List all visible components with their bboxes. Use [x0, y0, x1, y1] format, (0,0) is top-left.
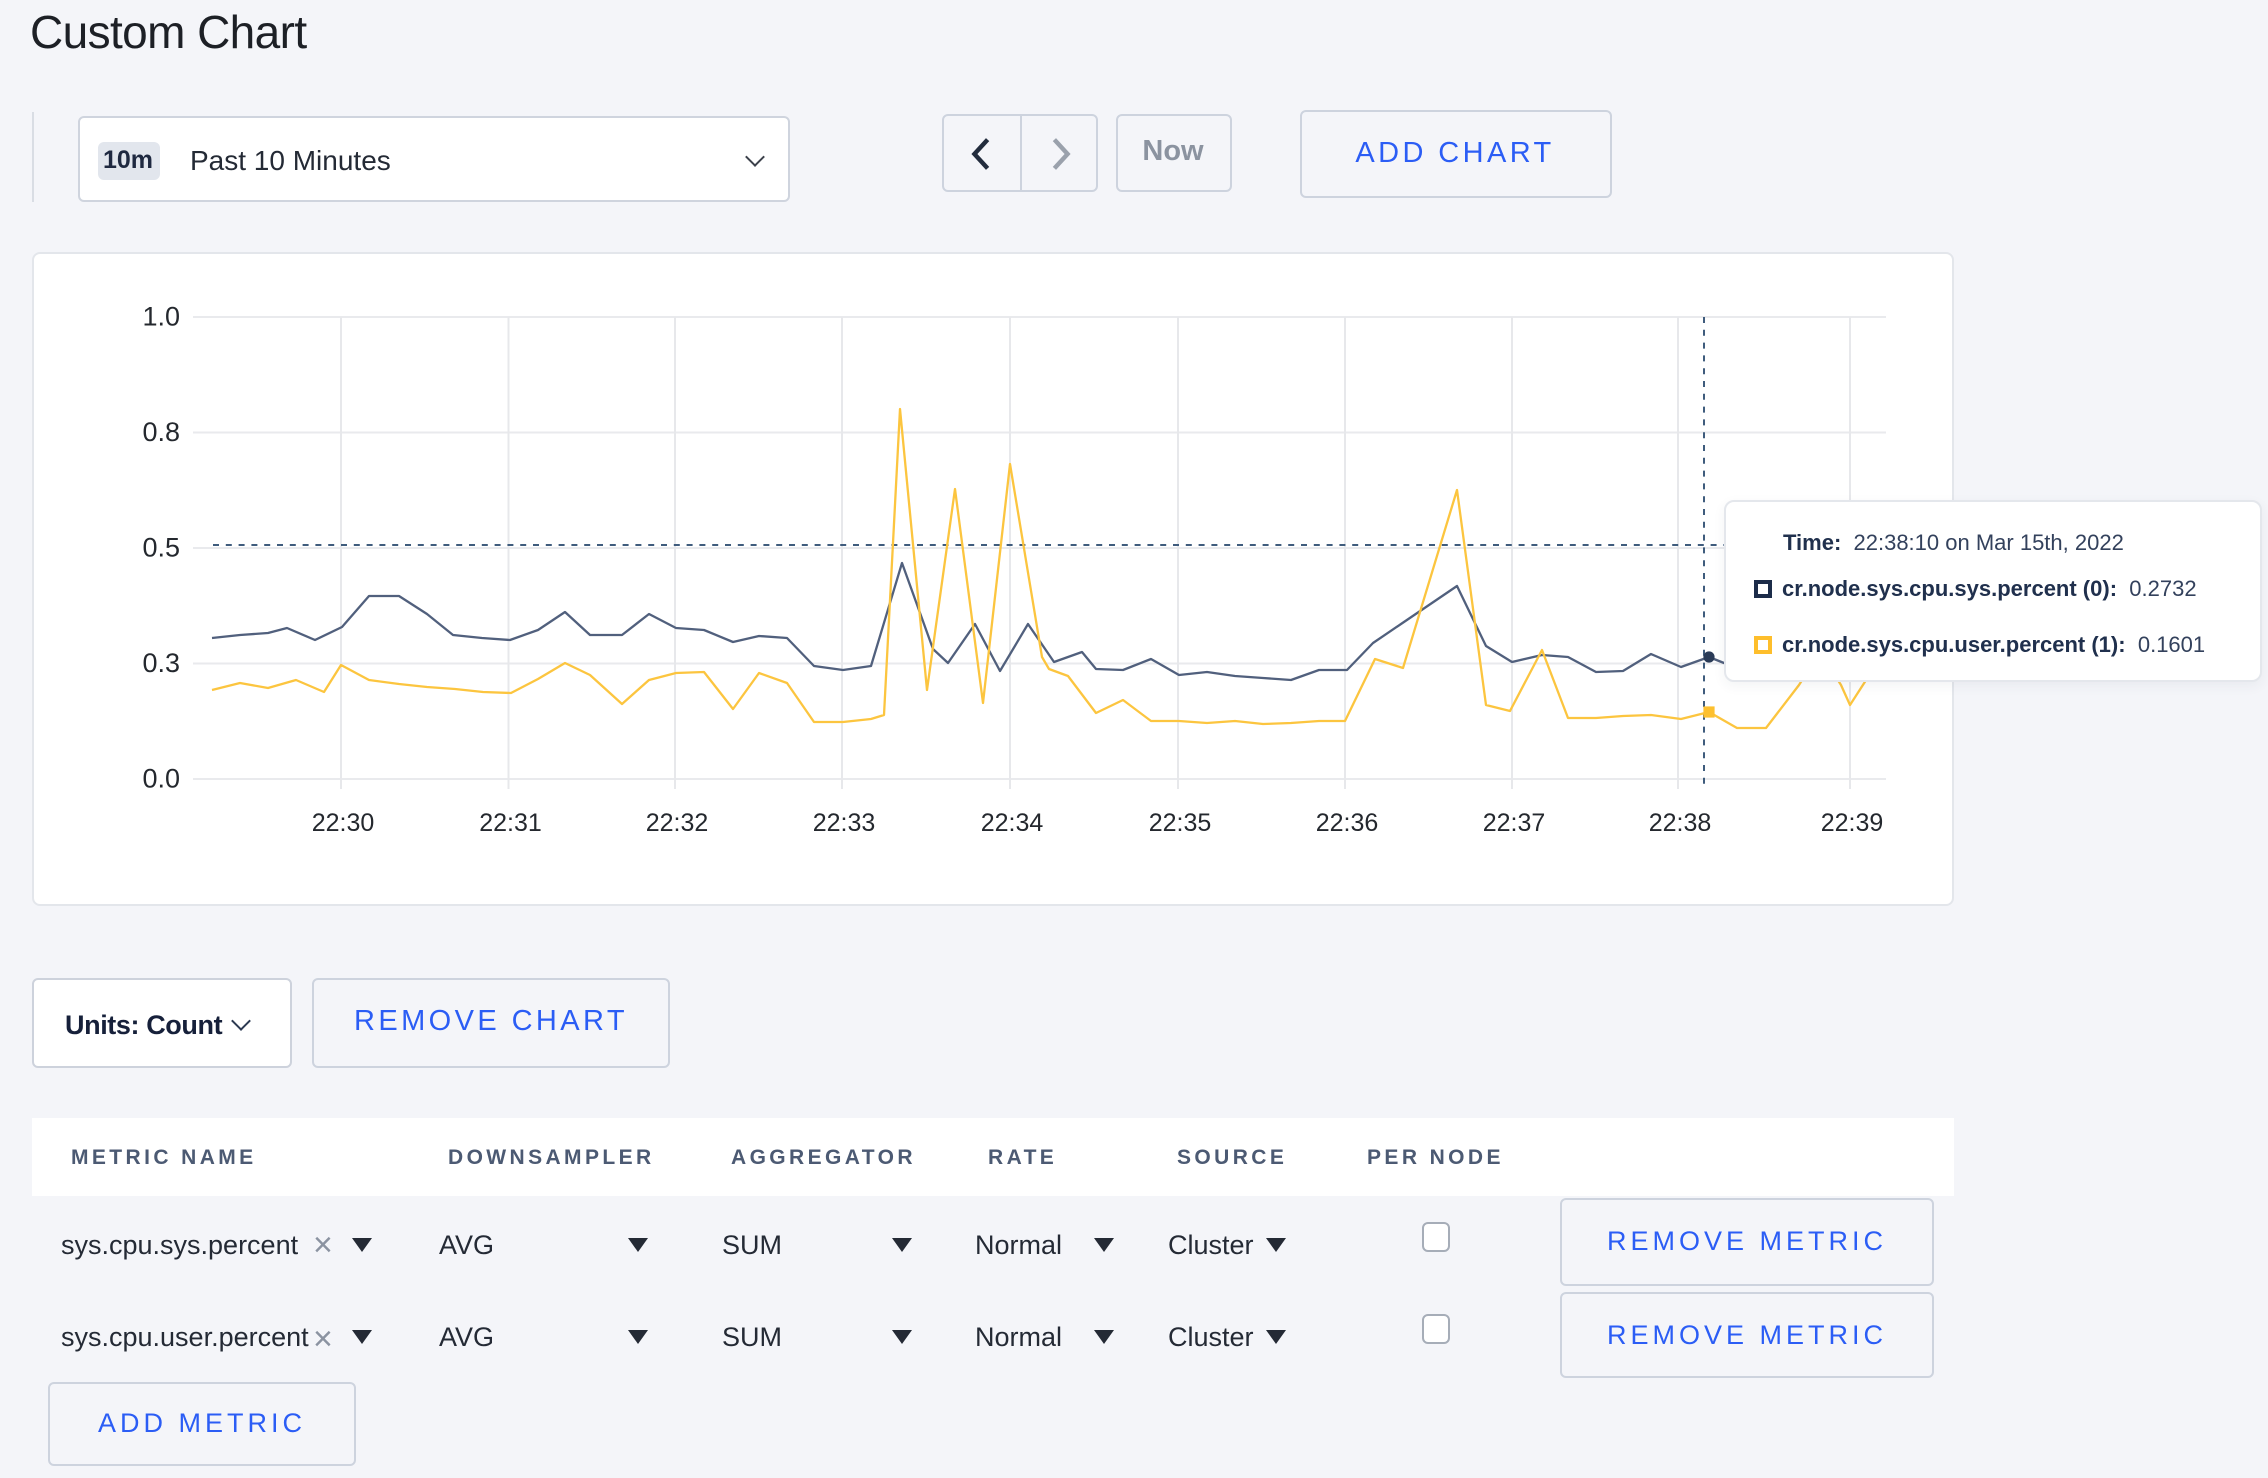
svg-text:0.5: 0.5 [142, 532, 180, 562]
svg-text:0.8: 0.8 [142, 417, 180, 447]
svg-text:0.3: 0.3 [142, 648, 180, 678]
svg-text:22:39: 22:39 [1821, 809, 1884, 837]
svg-text:0.0: 0.0 [142, 763, 180, 793]
svg-text:22:34: 22:34 [981, 809, 1044, 837]
svg-text:22:32: 22:32 [646, 809, 709, 837]
svg-text:22:33: 22:33 [813, 809, 876, 837]
svg-text:22:35: 22:35 [1149, 809, 1212, 837]
svg-text:22:37: 22:37 [1483, 809, 1546, 837]
svg-text:22:38: 22:38 [1649, 809, 1712, 837]
svg-text:22:36: 22:36 [1316, 809, 1379, 837]
svg-text:22:31: 22:31 [479, 809, 542, 837]
svg-text:1.0: 1.0 [142, 301, 180, 331]
svg-text:22:30: 22:30 [312, 809, 375, 837]
